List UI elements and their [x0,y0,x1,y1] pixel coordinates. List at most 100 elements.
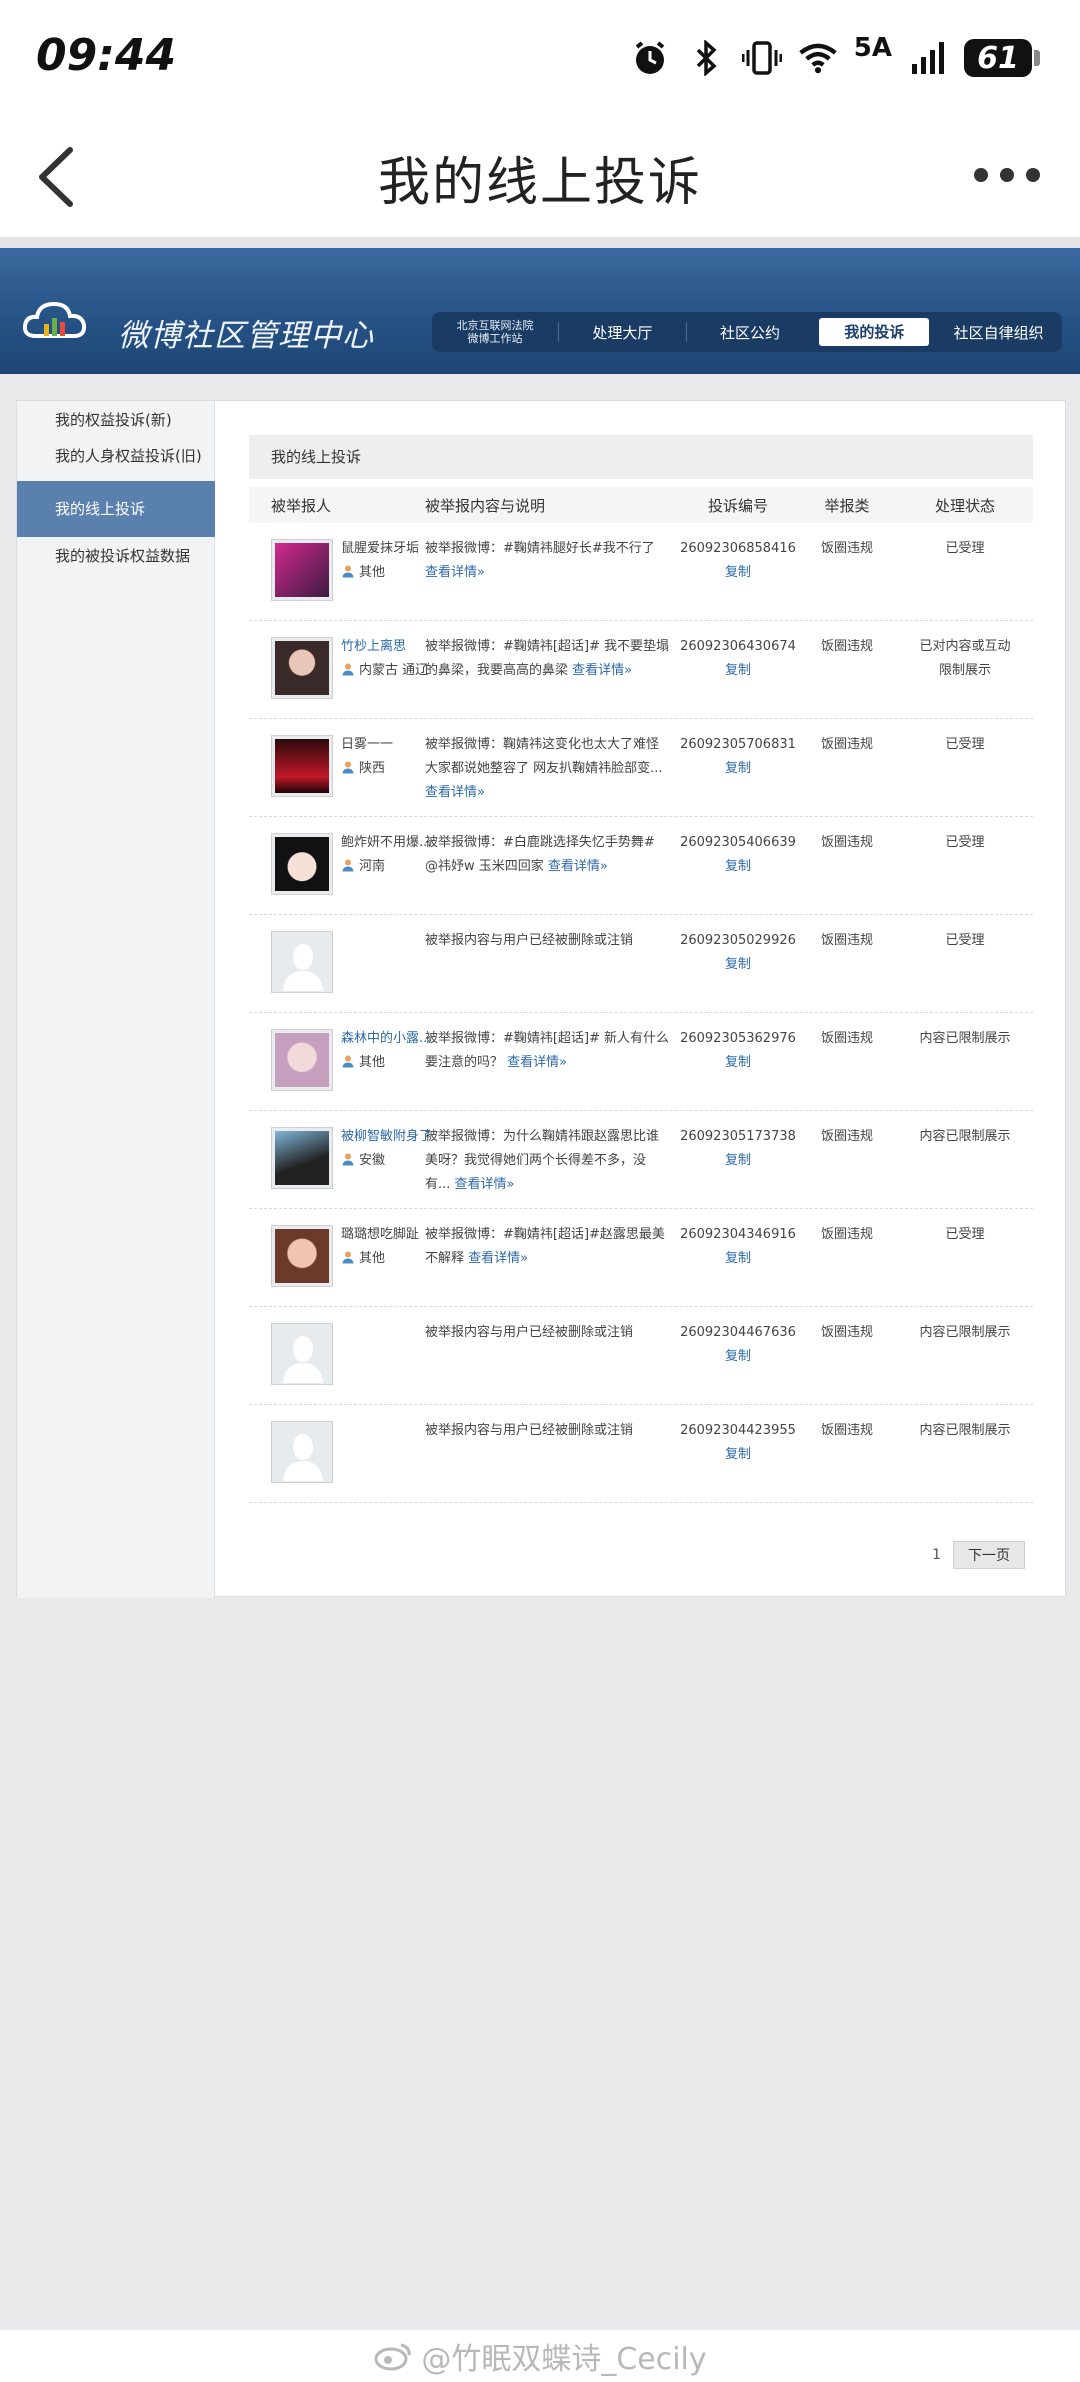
view-details-link[interactable]: 查看详情» [425,565,485,580]
status-text: 已受理 [945,835,985,850]
nav-court-link[interactable]: 北京互联网法院 微博工作站 [432,319,558,345]
sidebar-item-complained-data[interactable]: 我的被投诉权益数据 [17,545,215,566]
reported-user-cell [249,1405,425,1502]
complaint-number-cell: 26092304423955 复制 [679,1405,797,1502]
report-type: 饭圈违规 [820,639,873,654]
copy-button[interactable]: 复制 [679,1051,797,1075]
copy-button[interactable]: 复制 [679,1149,797,1173]
view-details-link[interactable]: 查看详情» [468,1251,528,1266]
sidebar-item-personal-old[interactable]: 我的人身权益投诉(旧) [17,445,215,466]
report-description-text: 被举报内容与用户已经被删除或注销 [425,1423,634,1438]
avatar[interactable] [271,539,333,601]
complaint-number-cell: 26092306430674 复制 [679,621,797,718]
sidebar-item-online[interactable]: 我的线上投诉 [17,481,215,537]
view-details-link[interactable]: 查看详情» [572,663,632,678]
copy-button[interactable]: 复制 [679,1345,797,1369]
page-number[interactable]: 1 [932,1547,941,1563]
complaint-number: 26092305706831 [680,737,796,752]
report-description-text: 被举报内容与用户已经被删除或注销 [425,933,634,948]
avatar[interactable] [271,1225,333,1287]
avatar-image [275,935,331,991]
reported-user-name[interactable]: 鲍炸妍不用爆... [341,831,449,850]
user-icon [342,663,354,675]
user-icon [342,565,354,577]
nav-item-self-discipline[interactable]: 社区自律组织 [935,322,1062,343]
status-time: 09:44 [36,30,177,81]
user-icon [342,1055,354,1067]
avatar[interactable] [271,735,333,797]
battery-icon: 61 [964,39,1040,77]
complaint-number: 26092306430674 [680,639,796,654]
sidebar: 我的权益投诉(新) 我的人身权益投诉(旧) 我的线上投诉 我的被投诉权益数据 [17,401,215,1598]
copy-button[interactable]: 复制 [679,659,797,683]
complaint-number: 26092305173738 [680,1129,796,1144]
status-text: 已受理 [945,933,985,948]
report-type: 饭圈违规 [820,1129,873,1144]
site-name: 微博社区管理中心 [118,318,374,354]
report-description-text: 被举报微博：#白鹿跳选择失忆手势舞# @祎妤w 玉米四回家 [425,835,655,874]
status-text: 已受理 [945,541,985,556]
report-type: 饭圈违规 [820,737,873,752]
more-dot-icon [1026,168,1040,182]
complaint-number: 26092304346916 [680,1227,796,1242]
copy-button[interactable]: 复制 [679,757,797,781]
copy-button[interactable]: 复制 [679,561,797,585]
complaint-number: 26092306858416 [680,541,796,556]
copy-button[interactable]: 复制 [679,1443,797,1467]
reported-user-name[interactable]: 被柳智敏附身了 [341,1125,449,1144]
table-row: 日雾一一 陕西 被举报微博：鞠婧祎这变化也太大了难怪大家都说她整容了 网友扒鞠婧祎脸… [249,719,1033,817]
status-text: 已对内容或互动限制展示 [919,639,1011,678]
table-row: 鲍炸妍不用爆... 河南 被举报微博：#白鹿跳选择失忆手势舞# @祎妤w 玉米四回家… [249,817,1033,915]
more-button[interactable] [974,168,1040,182]
avatar-image [275,641,329,695]
report-type: 饭圈违规 [820,933,873,948]
report-description-text: 被举报微博：#鞠婧祎[超话]# 我不要垫塌的鼻梁，我要高高的鼻梁 [425,639,670,678]
column-header: 投诉编号 [707,496,768,515]
view-details-link[interactable]: 查看详情» [507,1055,567,1070]
top-nav: 北京互联网法院 微博工作站 处理大厅 社区公约 我的投诉 社区自律组织 [432,312,1062,352]
reported-user-name[interactable]: 鼠腥爱抹牙垢 [341,537,449,556]
copy-button[interactable]: 复制 [679,1247,797,1271]
avatar[interactable] [271,833,333,895]
view-details-link[interactable]: 查看详情» [425,785,485,800]
view-details-link[interactable]: 查看详情» [548,859,608,874]
bluetooth-icon [686,38,726,78]
user-location-text: 安徽 [359,1153,386,1168]
nav-item-convention[interactable]: 社区公约 [687,322,814,343]
avatar[interactable] [271,637,333,699]
weibo-logo-icon [374,2343,411,2371]
list-heading: 我的线上投诉 [249,435,1033,479]
avatar[interactable] [271,1029,333,1091]
column-header: 被举报人 [271,496,332,515]
reported-user-name[interactable]: 璐璐想吃脚趾 [341,1223,449,1242]
main-panel: 我的权益投诉(新) 我的人身权益投诉(旧) 我的线上投诉 我的被投诉权益数据 我… [16,400,1066,1598]
next-page-button[interactable]: 下一页 [953,1541,1025,1569]
complaint-list: 我的线上投诉 被举报人 被举报内容与说明 投诉编号 举报类 处理状态 鼠腥爱抹牙… [249,435,1033,1503]
reported-user-name[interactable]: 竹杪上离思 [341,635,449,654]
sidebar-item-rights-new[interactable]: 我的权益投诉(新) [17,409,215,430]
avatar-image [275,1327,331,1383]
battery-cap [1034,50,1040,66]
avatar[interactable] [271,1127,333,1189]
copy-button[interactable]: 复制 [679,953,797,977]
reported-user-name[interactable]: 日雾一一 [341,733,449,752]
table-row: 被柳智敏附身了 安徽 被举报微博：为什么鞠婧祎跟赵露思比谁美呀？我觉得她们两个长得差… [249,1111,1033,1209]
title-bar: 我的线上投诉 [0,120,1080,238]
report-description: 被举报内容与用户已经被删除或注销 [425,1307,679,1404]
complaint-number-cell: 26092304467636 复制 [679,1307,797,1404]
signal-icon [908,38,948,78]
reported-user-name[interactable]: 森林中的小露... [341,1027,449,1046]
status-text: 内容已限制展示 [919,1325,1011,1340]
reported-user-cell [249,1307,425,1404]
more-dot-icon [974,168,988,182]
report-type: 饭圈违规 [820,835,873,850]
column-header: 被举报内容与说明 [425,496,546,515]
nav-item-hall[interactable]: 处理大厅 [559,322,686,343]
copy-button[interactable]: 复制 [679,855,797,879]
report-description: 被举报微博：#鞠婧祎腿好长#我不行了 查看详情» [425,523,679,620]
table-row: 璐璐想吃脚趾 其他 被举报微博：#鞠婧祎[超话]#赵露思最美不解释 查看详情» 260… [249,1209,1033,1307]
nav-item-my-complaints[interactable]: 我的投诉 [819,318,930,346]
view-details-link[interactable]: 查看详情» [455,1177,515,1192]
user-location-text: 河南 [359,859,386,874]
column-header: 处理状态 [934,496,995,515]
